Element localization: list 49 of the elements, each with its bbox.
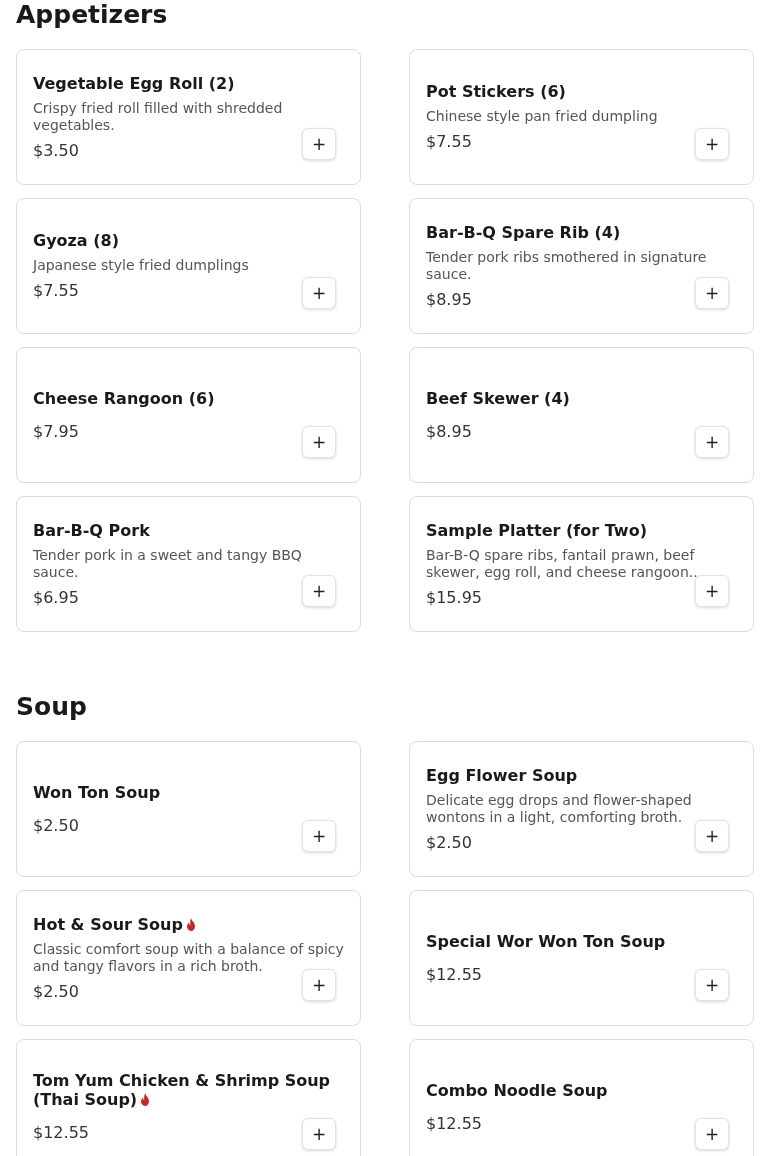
add-button[interactable]: + <box>695 969 729 1001</box>
item-price: $12.55 <box>426 1113 482 1134</box>
item-description: Japanese style fried dumplings <box>33 257 249 274</box>
item-name: Vegetable Egg Roll (2) <box>33 73 235 93</box>
item-price: $6.95 <box>33 587 79 608</box>
add-button[interactable]: + <box>302 820 336 852</box>
add-button[interactable]: + <box>302 575 336 607</box>
item-price: $7.55 <box>426 132 472 152</box>
item-name: Tom Yum Chicken & Shrimp Soup (Thai Soup) <box>33 1071 332 1109</box>
add-button[interactable]: + <box>302 128 336 160</box>
section-heading: Soup <box>16 692 87 722</box>
item-price: $3.50 <box>33 140 79 161</box>
item-description: Tender pork in a sweet and tangy BBQ sauce. <box>33 546 303 581</box>
item-price: $12.55 <box>426 964 482 985</box>
item-name: Sample Platter (for Two) <box>426 520 647 540</box>
item-name: Won Ton Soup <box>33 782 161 802</box>
item-description: Crispy fried roll filled with shredded vegetables. <box>33 99 284 134</box>
item-price: $2.50 <box>33 815 79 836</box>
item-price: $8.95 <box>426 289 472 310</box>
item-name: Pot Stickers (6) <box>426 82 566 101</box>
section-heading: Appetizers <box>16 0 168 30</box>
item-name: Egg Flower Soup <box>426 765 578 785</box>
item-price: $12.55 <box>33 1123 89 1143</box>
add-button[interactable]: + <box>695 277 729 309</box>
item-name: Bar-B-Q Pork <box>33 520 150 540</box>
add-button[interactable]: + <box>302 969 336 1001</box>
item-price: $2.50 <box>426 832 472 853</box>
add-button[interactable]: + <box>695 820 729 852</box>
item-name: Gyoza (8) <box>33 231 119 250</box>
item-description: Delicate egg drops and flower-shaped wontons in a light, comforting broth. <box>426 791 693 826</box>
item-price: $7.55 <box>33 281 79 301</box>
add-button[interactable]: + <box>695 575 729 607</box>
item-price: $8.95 <box>426 421 472 442</box>
add-button[interactable]: + <box>302 426 336 458</box>
add-button[interactable]: + <box>302 277 336 309</box>
item-price: $2.50 <box>33 981 79 1002</box>
item-name: Combo Noodle Soup <box>426 1080 608 1100</box>
add-button[interactable]: + <box>302 1118 336 1150</box>
item-description: Chinese style pan fried dumpling <box>426 108 658 125</box>
add-button[interactable]: + <box>695 1118 729 1150</box>
item-name: Cheese Rangoon (6) <box>33 388 215 408</box>
item-price: $15.95 <box>426 587 482 608</box>
item-name: Special Wor Won Ton Soup <box>426 931 666 951</box>
item-price: $7.95 <box>33 421 79 442</box>
item-name: Beef Skewer (4) <box>426 388 570 408</box>
item-name: Bar-B-Q Spare Rib (4) <box>426 222 621 242</box>
add-button[interactable]: + <box>695 426 729 458</box>
item-name: Hot & Sour Soup <box>33 914 197 934</box>
add-button[interactable]: + <box>695 128 729 160</box>
